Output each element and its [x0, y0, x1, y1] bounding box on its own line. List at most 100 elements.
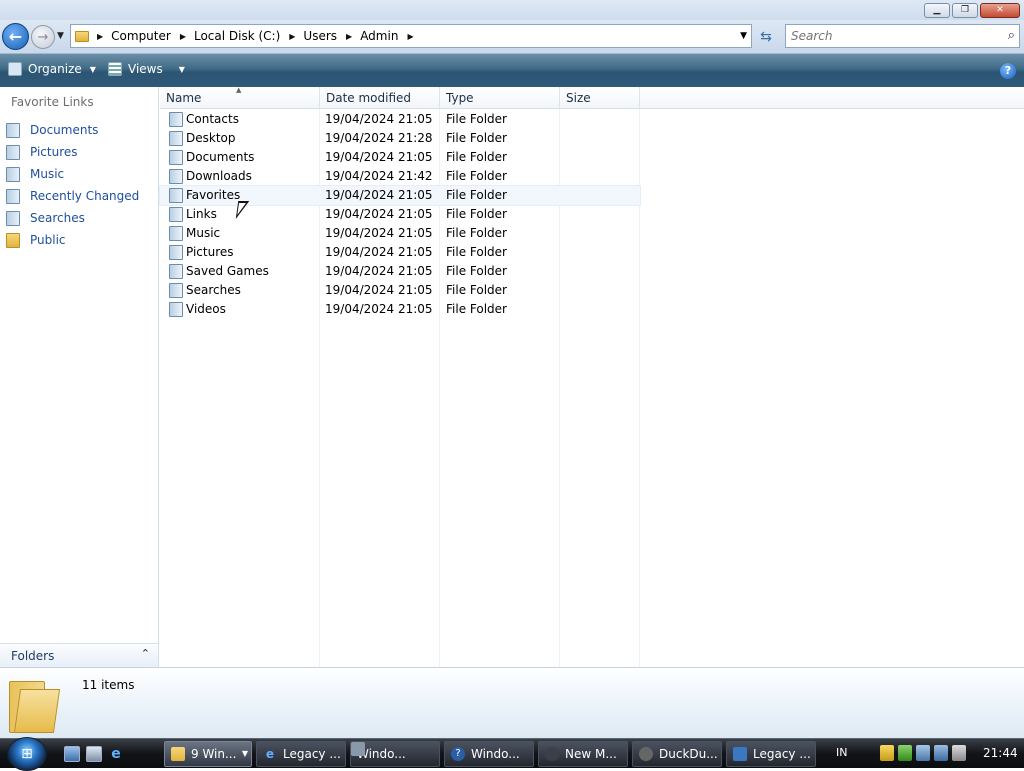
file-row-searches[interactable]: Searches 19/04/2024 21:05 File Folder [160, 281, 640, 300]
file-row-downloads[interactable]: Downloads 19/04/2024 21:42 File Folder [160, 167, 640, 186]
file-row-desktop[interactable]: Desktop 19/04/2024 21:28 File Folder [160, 129, 640, 148]
help-button[interactable]: ? [1000, 63, 1016, 79]
column-header-size[interactable]: Size [560, 87, 640, 109]
taskbar-button-legacy-2[interactable]: Legacy ... [726, 741, 816, 767]
taskbar-button-windows-help[interactable]: ? Windo... [444, 741, 534, 767]
clock[interactable]: 21:44 [983, 746, 1018, 760]
maximize-button[interactable]: ❐ [952, 3, 978, 18]
nav-item-documents[interactable]: Documents [6, 119, 139, 141]
file-name: Contacts [186, 112, 239, 126]
file-row-music[interactable]: Music 19/04/2024 21:05 File Folder [160, 224, 640, 243]
close-button[interactable]: ✕ [980, 3, 1020, 18]
taskbar-button-new-message[interactable]: New M... [538, 741, 628, 767]
file-type: File Folder [446, 112, 507, 126]
address-bar[interactable]: ▶ Computer ▶ Local Disk (C:) ▶ Users ▶ A… [70, 24, 752, 48]
file-row-links[interactable]: Links 19/04/2024 21:05 File Folder [160, 205, 640, 224]
taskbar-button-label: DuckDu... [659, 747, 718, 761]
switch-windows-icon[interactable] [86, 746, 102, 762]
search-box[interactable]: ⌕ [785, 24, 1020, 48]
nav-item-pictures[interactable]: Pictures [6, 141, 139, 163]
recent-pages-dropdown[interactable]: ▼ [57, 31, 64, 41]
nav-item-public[interactable]: Public [6, 229, 139, 251]
chevron-down-icon: ▼ [89, 64, 96, 74]
taskbar-button-explorer-group[interactable]: 9 Win... ▼ [164, 741, 252, 767]
file-date: 19/04/2024 21:28 [325, 131, 433, 145]
folders-toggle[interactable]: Folders ⌃ [0, 643, 158, 667]
minimize-button[interactable]: ▁ [924, 3, 950, 18]
search-icon[interactable]: ⌕ [1008, 28, 1015, 43]
file-name: Desktop [186, 131, 236, 145]
breadcrumb-computer[interactable]: Computer [111, 29, 171, 43]
views-icon [108, 62, 122, 76]
show-desktop-icon[interactable] [64, 746, 80, 762]
forward-button[interactable]: → [31, 25, 55, 49]
file-row-favorites[interactable]: Favorites 19/04/2024 21:05 File Folder [159, 185, 641, 206]
breadcrumb-admin[interactable]: Admin [360, 29, 398, 43]
column-header-name[interactable]: Name ▲ [160, 86, 320, 109]
taskbar-button-duckduckgo[interactable]: DuckDu... [632, 741, 722, 767]
file-date: 19/04/2024 21:05 [325, 302, 433, 316]
start-button[interactable]: ⊞ [7, 737, 47, 771]
breadcrumb-separator-icon[interactable]: ▶ [180, 32, 186, 41]
file-row-documents[interactable]: Documents 19/04/2024 21:05 File Folder [160, 148, 640, 167]
file-row-pictures[interactable]: Pictures 19/04/2024 21:05 File Folder [160, 243, 640, 262]
taskbar-button-windows-1[interactable]: Windo... [350, 741, 440, 767]
folder-icon [75, 30, 89, 42]
file-row-saved-games[interactable]: Saved Games 19/04/2024 21:05 File Folder [160, 262, 640, 281]
internet-explorer-icon[interactable]: e [108, 746, 124, 762]
file-type: File Folder [446, 150, 507, 164]
forward-arrow-icon: → [37, 29, 49, 45]
organize-button[interactable]: Organize ▼ [8, 62, 96, 76]
nav-item-music[interactable]: Music [6, 163, 139, 185]
views-button[interactable]: Views ▼ [108, 62, 185, 76]
file-row-videos[interactable]: Videos 19/04/2024 21:05 File Folder [160, 300, 640, 319]
taskbar-button-label: Legacy ... [753, 747, 811, 761]
file-name: Music [186, 226, 221, 240]
nav-item-label: Public [30, 233, 66, 247]
breadcrumb-separator-icon[interactable]: ▶ [407, 32, 413, 41]
breadcrumb-separator-icon[interactable]: ▶ [97, 32, 103, 41]
saved-games-folder-icon [169, 264, 183, 279]
chevron-up-icon: ⌃ [140, 647, 150, 660]
app-icon [545, 747, 559, 761]
file-name: Documents [186, 150, 255, 164]
title-bar: ▁ ❐ ✕ [0, 0, 1024, 20]
searches-folder-icon [169, 283, 183, 298]
music-folder-icon [169, 226, 183, 241]
search-input[interactable] [791, 29, 991, 43]
network-icon[interactable] [916, 745, 930, 761]
favorite-links-list: Documents Pictures Music Recently Change… [6, 119, 139, 251]
security-shield-icon[interactable] [880, 745, 894, 761]
back-button[interactable]: ← [2, 23, 29, 50]
help-icon: ? [451, 747, 465, 761]
folder-icon [9, 675, 61, 733]
column-header-label: Size [566, 91, 591, 105]
volume-muted-icon[interactable] [952, 745, 966, 761]
nav-item-label: Music [30, 167, 65, 181]
column-header-type[interactable]: Type [440, 87, 560, 109]
file-date: 19/04/2024 21:05 [325, 226, 433, 240]
favorites-folder-icon [169, 188, 183, 203]
display-icon[interactable] [934, 745, 948, 761]
column-header-label: Type [446, 91, 474, 105]
file-date: 19/04/2024 21:05 [325, 150, 433, 164]
nav-item-searches[interactable]: Searches [6, 207, 139, 229]
breadcrumb-separator-icon[interactable]: ▶ [289, 32, 295, 41]
language-indicator[interactable]: IN [836, 746, 847, 759]
column-header-date-modified[interactable]: Date modified [320, 87, 440, 109]
taskbar-button-legacy-1[interactable]: e Legacy ... [256, 741, 346, 767]
file-date: 19/04/2024 21:05 [325, 283, 433, 297]
column-header-label: Date modified [326, 91, 412, 105]
breadcrumb-local-disk[interactable]: Local Disk (C:) [194, 29, 280, 43]
breadcrumb-separator-icon[interactable]: ▶ [346, 32, 352, 41]
file-row-contacts[interactable]: Contacts 19/04/2024 21:05 File Folder [160, 110, 640, 129]
update-icon[interactable] [898, 745, 912, 761]
file-date: 19/04/2024 21:05 [325, 245, 433, 259]
nav-item-recently-changed[interactable]: Recently Changed [6, 185, 139, 207]
breadcrumb-users[interactable]: Users [303, 29, 337, 43]
file-type: File Folder [446, 283, 507, 297]
refresh-button[interactable]: ⇆ [756, 27, 776, 47]
file-type: File Folder [446, 302, 507, 316]
address-dropdown-icon[interactable]: ▼ [740, 31, 747, 41]
file-date: 19/04/2024 21:05 [325, 188, 433, 202]
